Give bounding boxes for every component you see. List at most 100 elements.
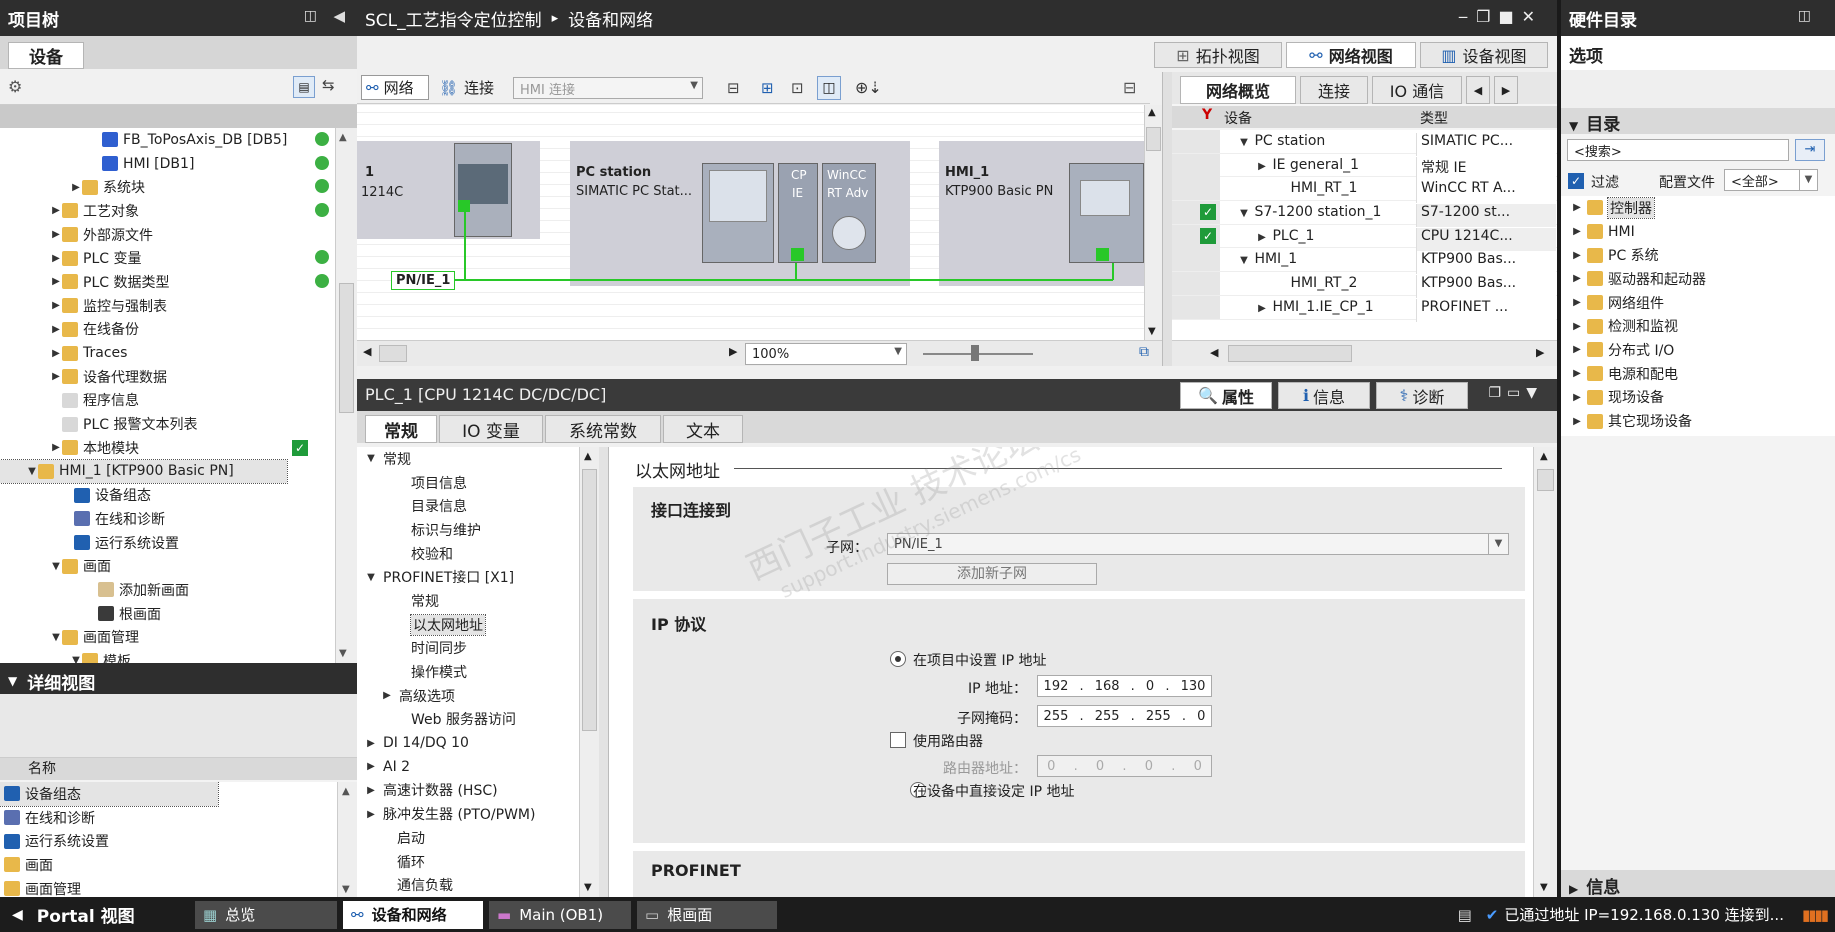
overview-row[interactable]: HMI_RT_1 WinCC RT A... [1172,177,1557,204]
catalog-item[interactable]: ▶ 检测和监视 [1561,314,1835,338]
subnet-mask-input[interactable]: 255. 255. 255. 0 [1037,705,1212,727]
expand-icon[interactable]: ▶ [1571,321,1583,332]
subnet-label[interactable]: PN/IE_1 [391,271,456,290]
expand-icon[interactable]: ▶ [50,253,62,264]
address-icon[interactable]: ⊟ [727,79,740,97]
expand-icon[interactable]: ▼ [70,655,82,663]
expand-icon[interactable]: ▶ [1256,161,1268,172]
tree-item[interactable]: ▶ PLC 数据类型 [0,270,335,294]
nav-item[interactable]: 项目信息 [357,471,579,495]
expand-icon[interactable]: ▼ [1238,208,1250,219]
scroll-left-icon[interactable]: ◀ [363,345,371,358]
expand-icon[interactable]: ▼ [26,466,38,477]
connection-type-select[interactable]: HMI 连接 ▼ [513,77,703,99]
expand-icon[interactable]: ▶ [365,809,377,820]
catalog-item[interactable]: ▶ 分布式 I/O [1561,338,1835,362]
tree-item[interactable]: 根画面 [0,602,335,626]
detail-item[interactable]: 在线和诊断 [0,806,337,830]
overview-row[interactable]: ▶ HMI_1.IE_CP_1 PROFINET ... [1172,295,1557,322]
task-overview[interactable]: ▦ 总览 [195,900,337,929]
tab-texts[interactable]: 文本 [663,415,743,443]
nav-item[interactable]: 循环 [357,850,579,874]
tab-scroll-left-icon[interactable]: ◀ [1466,76,1490,104]
nav-item[interactable]: 操作模式 [357,660,579,684]
expand-icon[interactable]: ▶ [50,324,62,335]
overview-toggle-icon[interactable]: ⊟ [1123,78,1136,97]
nav-scrollbar[interactable]: ▲ ▼ [579,447,599,897]
tab-io-communication[interactable]: IO 通信 [1372,76,1462,104]
tree-sync-icon[interactable]: ⇆ [322,76,335,94]
ip-address-input[interactable]: 192. 168. 0. 130 [1037,675,1212,697]
expand-icon[interactable]: ▼ [1238,255,1250,266]
tree-view-icon[interactable]: ▤ [293,76,315,98]
profile-select[interactable]: <全部> ▼ [1724,169,1818,191]
expand-icon[interactable]: ▶ [50,371,62,382]
expand-icon[interactable]: ▶ [1571,297,1583,308]
catalog-item[interactable]: ▶ 现场设备 [1561,386,1835,410]
tree-scrollbar[interactable]: ▲ ▼ [335,128,357,663]
catalog-item[interactable]: ▶ 控制器 [1561,196,1835,220]
tab-network-view[interactable]: ⚯ 网络视图 [1286,42,1416,68]
expand-icon[interactable]: ▶ [50,300,62,311]
overview-row[interactable]: ✓ ▶ PLC_1 CPU 1214C... [1172,224,1557,251]
catalog-item[interactable]: ▶ 电源和配电 [1561,362,1835,386]
tab-devices[interactable]: 设备 [8,42,84,69]
expand-icon[interactable]: ▶ [1571,273,1583,284]
nav-item[interactable]: ▶ 脉冲发生器 (PTO/PWM) [357,802,579,826]
expand-icon[interactable]: ▶ [381,690,393,701]
tree-item[interactable]: FB_ToPosAxis_DB [DB5] [0,128,335,152]
tab-network-overview[interactable]: 网络概览 [1180,76,1296,104]
subnet-select[interactable]: PN/IE_1 ▼ [887,533,1509,555]
overview-row[interactable]: ▶ IE general_1 常规 IE [1172,153,1557,180]
tree-item[interactable]: PLC 报警文本列表 [0,412,335,436]
tree-item[interactable]: ▶ 系统块 [0,175,335,199]
subnet-line[interactable] [357,105,1144,340]
tree-item[interactable]: ▼ HMI_1 [KTP900 Basic PN] [0,458,288,485]
tab-general[interactable]: 常规 [365,415,437,443]
network-canvas[interactable]: 1 1214C PC station SIMATIC PC Stat... CP… [357,105,1144,340]
scroll-right-icon[interactable]: ▶ [729,345,737,358]
network-mode-button[interactable]: ⚯ 网络 [361,75,429,100]
catalog-search-input[interactable]: <搜索> [1567,139,1789,161]
tree-item[interactable]: ▶ 监控与强制表 [0,294,335,318]
nav-item[interactable]: ▶ 高级选项 [357,684,579,708]
tree-item[interactable]: HMI [DB1] [0,152,335,176]
expand-icon[interactable]: ▶ [1256,232,1268,243]
expand-icon[interactable]: ▶ [1571,416,1583,427]
filter-checkbox[interactable]: ✓ [1568,173,1584,189]
breadcrumb-project[interactable]: SCL_工艺指令定位控制 [365,6,542,31]
tree-item[interactable]: ▼ 模板 [0,649,335,663]
overview-splitter[interactable] [1162,72,1172,366]
expand-icon[interactable]: ▶ [50,276,62,287]
nav-item[interactable]: ▶ DI 14/DQ 10 [357,731,579,755]
tab-connections[interactable]: 连接 [1300,76,1368,104]
catalog-item[interactable]: ▶ 驱动器和起动器 [1561,267,1835,291]
panel-toggle-icon[interactable]: ◫ [817,76,841,100]
detail-item[interactable]: 设备组态 [0,782,219,807]
navigator-icon[interactable]: ⧉ [1139,344,1149,360]
tab-topology-view[interactable]: ⊞ 拓扑视图 [1154,42,1282,68]
col-device[interactable]: 设备 [1224,108,1252,128]
tree-item[interactable]: ▶ 工艺对象 [0,199,335,223]
nav-item[interactable]: 时间同步 [357,637,579,661]
nav-item[interactable]: 常规 [357,589,579,613]
expand-icon[interactable]: ▶ [365,761,377,772]
nav-item[interactable]: ▶ 高速计数器 (HSC) [357,779,579,803]
options-header[interactable]: 选项 [1561,36,1835,70]
zoom-icon[interactable]: ⊕⇣ [855,78,882,97]
expand-icon[interactable]: ▶ [50,229,62,240]
info-section-header[interactable]: ▶ 信息 [1561,870,1835,898]
tree-item[interactable]: 在线和诊断 [0,507,335,531]
detail-item[interactable]: 运行系统设置 [0,829,337,853]
collapse-left-icon[interactable]: ◀ [333,7,345,25]
overview-row[interactable]: HMI_RT_2 KTP900 Bas... [1172,272,1557,299]
expand-icon[interactable]: ▶ [50,205,62,216]
expand-icon[interactable]: ▼ [365,453,377,464]
window-controls-icon[interactable]: ‒❐■✕ [1458,7,1543,26]
nav-item[interactable]: 以太网地址 [357,613,579,637]
tab-device-view[interactable]: ▥ 设备视图 [1420,42,1548,68]
status-list-icon[interactable]: ▤ [1458,906,1472,924]
tab-diagnostics[interactable]: ⚕ 诊断 [1376,382,1468,409]
overview-scrollbar[interactable]: ◀ ▶ [1172,340,1557,366]
overview-row[interactable]: ✓ ▼ S7-1200 station_1 S7-1200 st... [1172,201,1557,228]
